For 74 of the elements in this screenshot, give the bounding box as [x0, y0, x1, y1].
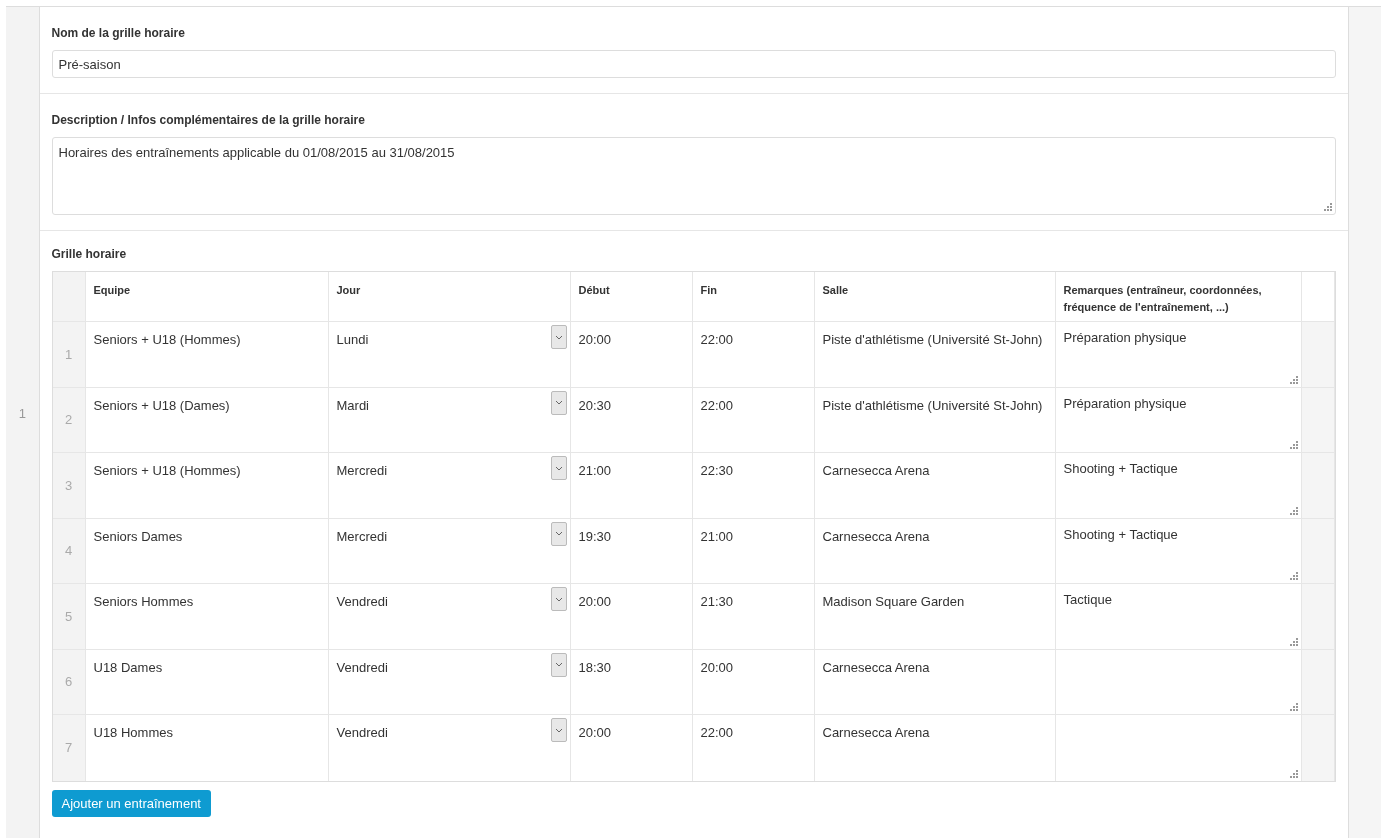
column-header: Equipe: [93, 283, 131, 298]
table-cell: 22:00: [700, 725, 734, 740]
table-cell: Seniors + U18 (Hommes): [93, 463, 241, 478]
table-cell: Seniors + U18 (Dames): [93, 397, 230, 413]
dropdown-caret-icon[interactable]: [550, 718, 567, 742]
table-cell: 22:00: [700, 332, 734, 347]
resize-grip-icon[interactable]: [1289, 703, 1298, 711]
table-cell: 18:30: [578, 659, 612, 675]
table-cell: Madison Square Garden: [822, 594, 965, 609]
day-value: Mardi: [336, 396, 369, 413]
row-number: 7: [64, 740, 73, 756]
row-number: 2: [64, 412, 73, 428]
dropdown-caret-icon[interactable]: [550, 652, 567, 677]
table-cell: 21:00: [700, 528, 734, 544]
remarks-text[interactable]: Préparation physique: [1063, 330, 1187, 345]
row-number: 1: [64, 346, 73, 362]
column-header: Jour: [336, 283, 361, 298]
column-header: Fin: [700, 283, 717, 298]
table-cell: Carnesecca Arena: [822, 725, 930, 740]
dropdown-caret-icon[interactable]: [550, 521, 567, 546]
remarks-text[interactable]: Shooting + Tactique: [1063, 526, 1178, 542]
resize-grip-icon[interactable]: [1323, 203, 1332, 211]
table-cell: Piste d'athlétisme (Université St-John): [822, 397, 1043, 413]
table-cell: 20:00: [578, 332, 612, 347]
day-value: Lundi: [336, 331, 369, 347]
table-cell: 21:00: [578, 463, 612, 478]
day-value: Mercredi: [336, 462, 388, 478]
resize-grip-icon[interactable]: [1289, 769, 1298, 778]
table-cell: U18 Dames: [93, 659, 163, 675]
field-label: Nom de la grille horaire: [51, 26, 185, 40]
table-cell: 20:00: [578, 725, 612, 740]
day-value: Mercredi: [336, 527, 388, 544]
table-cell: Carnesecca Arena: [822, 463, 930, 478]
text-area[interactable]: Horaires des entraînements applicable du 01/08/2015 au 31/08/2015: [51, 137, 1336, 215]
day-value: Vendredi: [336, 658, 388, 675]
table-cell: 21:30: [700, 594, 734, 609]
record-index: 1: [18, 405, 26, 421]
row-number: 5: [64, 608, 73, 624]
table-cell: Seniors Dames: [93, 528, 183, 544]
row-number: 4: [64, 543, 73, 559]
day-value: Vendredi: [336, 593, 388, 609]
resize-grip-icon[interactable]: [1289, 506, 1298, 515]
day-value: Vendredi: [336, 724, 388, 740]
table-cell: Piste d'athlétisme (Université St-John): [822, 332, 1043, 347]
dropdown-caret-icon[interactable]: [550, 587, 567, 611]
table-cell: Carnesecca Arena: [822, 528, 930, 544]
remarks-text[interactable]: Tactique: [1063, 592, 1112, 607]
column-header: Salle: [822, 283, 849, 298]
table-cell: 19:30: [578, 528, 612, 544]
table-cell: 20:00: [700, 659, 734, 675]
dropdown-caret-icon[interactable]: [550, 390, 567, 415]
column-header: Début: [578, 283, 610, 298]
resize-grip-icon[interactable]: [1289, 441, 1298, 449]
section-label: Grille horaire: [51, 247, 128, 261]
table-cell: 22:30: [700, 463, 734, 478]
resize-grip-icon[interactable]: [1289, 637, 1298, 646]
table-cell: 20:30: [578, 397, 612, 413]
resize-grip-icon[interactable]: [1289, 375, 1298, 384]
dropdown-caret-icon[interactable]: [550, 325, 567, 349]
table-cell: Seniors Hommes: [93, 594, 194, 609]
resize-grip-icon[interactable]: [1289, 572, 1298, 580]
remarks-text[interactable]: Shooting + Tactique: [1063, 461, 1178, 476]
input-field[interactable]: Pré-saison: [51, 50, 1336, 78]
remarks-text[interactable]: Préparation physique: [1063, 395, 1187, 411]
table-cell: Carnesecca Arena: [822, 659, 930, 675]
dropdown-caret-icon[interactable]: [550, 456, 567, 480]
table-cell: 20:00: [578, 594, 612, 609]
table-cell: Seniors + U18 (Hommes): [93, 332, 241, 347]
field-label: Description / Infos complémentaires de la grille horaire: [51, 113, 365, 127]
column-header: Remarques (entraîneur, coordonnées, fréquence de l'entraînement, ...): [1063, 283, 1263, 315]
table-cell: U18 Hommes: [93, 725, 173, 740]
row-number: 3: [64, 477, 73, 493]
row-number: 6: [64, 674, 73, 690]
table-cell: 22:00: [700, 397, 734, 413]
